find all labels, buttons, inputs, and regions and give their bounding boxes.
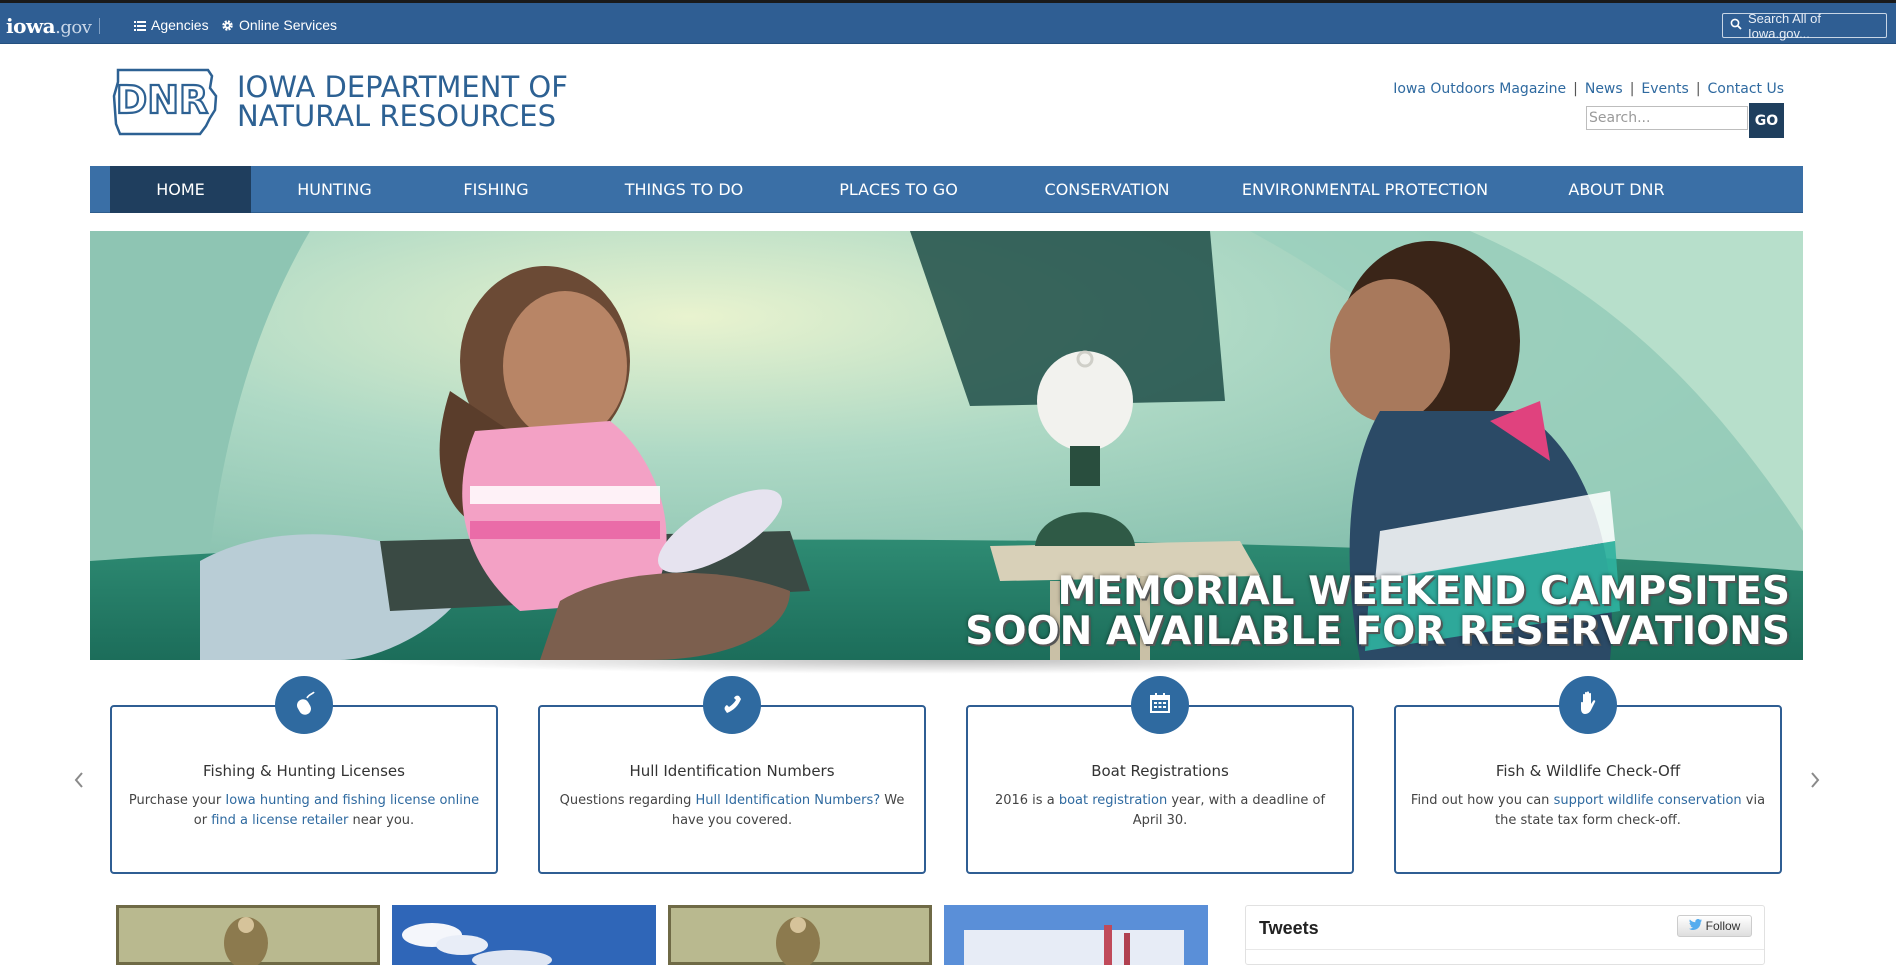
twitter-bird-icon (1688, 919, 1702, 933)
hero-caption-line1: MEMORIAL WEEKEND CAMPSITES (1057, 569, 1790, 614)
online-services-link[interactable]: Online Services (221, 17, 337, 33)
card-text: Purchase your Iowa hunting and fishing l… (126, 791, 482, 831)
search-icon (1730, 18, 1742, 33)
card-text: 2016 is a boat registration year, with a… (982, 791, 1338, 831)
license-retailer-link[interactable]: find a license retailer (211, 813, 348, 828)
thumbnail-image (668, 905, 932, 965)
calendar-icon (1148, 691, 1172, 720)
nav-places-to-go[interactable]: PLACES TO GO (794, 166, 1003, 213)
card-text-part: Purchase your (128, 793, 226, 808)
gear-icon (221, 19, 234, 32)
utility-links: Iowa Outdoors Magazine | News | Events |… (1393, 81, 1784, 97)
online-services-label: Online Services (239, 17, 338, 33)
card-text-part: 2016 is a (994, 793, 1059, 808)
card-icon-circle[interactable] (1131, 676, 1189, 734)
hand-icon (1576, 690, 1600, 721)
iowa-gov-bar: iowa.gov Agencies Online Services Search… (0, 0, 1896, 44)
dnr-logo[interactable]: DNR (112, 66, 220, 138)
util-separator: | (1573, 81, 1578, 97)
wildlife-conservation-link[interactable]: support wildlife conservation (1554, 793, 1742, 808)
thumbnail-1[interactable] (116, 905, 380, 965)
agencies-label: Agencies (151, 17, 209, 33)
util-link-events[interactable]: Events (1641, 81, 1688, 97)
card-icon-circle[interactable] (275, 676, 333, 734)
hero-shadow (360, 660, 1540, 674)
nav-environmental-protection[interactable]: ENVIRONMENTAL PROTECTION (1211, 166, 1519, 213)
department-title-line1: IOWA DEPARTMENT OF (237, 70, 568, 104)
tweets-widget: Tweets Follow (1245, 905, 1765, 965)
follow-label: Follow (1705, 919, 1741, 933)
gov-bar-divider (99, 18, 100, 34)
util-link-news[interactable]: News (1585, 81, 1623, 97)
iowa-gov-logo[interactable]: iowa.gov (6, 14, 92, 38)
carousel-next-button[interactable] (1805, 771, 1825, 793)
card-text-part: Find out how you can (1410, 793, 1554, 808)
iowa-gov-search-input[interactable]: Search All of Iowa.gov... (1722, 10, 1887, 41)
card-title: Boat Registrations (1091, 762, 1229, 780)
nav-hunting[interactable]: HUNTING (251, 166, 418, 213)
card-text-part: or (193, 813, 212, 828)
iowa-gov-logo-main: iowa (6, 14, 56, 38)
card-text: Questions regarding Hull Identification … (554, 791, 910, 831)
boat-registration-link[interactable]: boat registration (1059, 793, 1167, 808)
nav-fishing[interactable]: FISHING (418, 166, 574, 213)
card-title: Hull Identification Numbers (629, 762, 835, 780)
card-text-part: near you. (348, 813, 415, 828)
department-title[interactable]: IOWA DEPARTMENT OF NATURAL RESOURCES (237, 73, 568, 131)
thumbnail-image (392, 905, 656, 965)
site-search-input[interactable]: Search... (1586, 106, 1748, 130)
dnr-logo-text: DNR (116, 78, 209, 122)
thumbnail-image (944, 905, 1208, 965)
tweets-divider (1246, 949, 1764, 950)
carousel-prev-button[interactable] (69, 771, 89, 793)
main-nav: HOME HUNTING FISHING THINGS TO DO PLACES… (90, 166, 1803, 213)
thumbnail-image (116, 905, 380, 965)
nav-about-dnr[interactable]: ABOUT DNR (1519, 166, 1714, 213)
list-icon (134, 20, 146, 31)
iowa-gov-logo-suffix: .gov (55, 17, 92, 38)
card-title: Fish & Wildlife Check-Off (1495, 762, 1681, 780)
phone-icon (720, 691, 744, 720)
hero-caption-line2: SOON AVAILABLE FOR RESERVATIONS (965, 609, 1790, 654)
agencies-link[interactable]: Agencies (134, 17, 209, 33)
util-separator: | (1629, 81, 1635, 97)
chevron-right-icon (1810, 771, 1820, 794)
thumbnail-3[interactable] (668, 905, 932, 965)
site-search-placeholder: Search... (1589, 110, 1651, 126)
util-link-magazine[interactable]: Iowa Outdoors Magazine (1393, 81, 1566, 97)
mouse-icon (291, 690, 317, 721)
hero-caption: MEMORIAL WEEKEND CAMPSITES SOON AVAILABL… (965, 572, 1790, 652)
thumbnail-2[interactable] (392, 905, 656, 965)
card-title: Fishing & Hunting Licenses (203, 762, 405, 780)
iowa-gov-search-placeholder: Search All of Iowa.gov... (1748, 10, 1821, 41)
util-separator: | (1695, 81, 1701, 97)
hero-banner[interactable]: MEMORIAL WEEKEND CAMPSITES SOON AVAILABL… (90, 231, 1803, 660)
department-title-line2: NATURAL RESOURCES (237, 99, 557, 133)
card-icon-circle[interactable] (703, 676, 761, 734)
nav-things-to-do[interactable]: THINGS TO DO (574, 166, 794, 213)
license-online-link[interactable]: Iowa hunting and fishing license online (225, 793, 479, 808)
hull-id-link[interactable]: Hull Identification Numbers? (696, 793, 881, 808)
twitter-follow-button[interactable]: Follow (1677, 915, 1752, 937)
nav-home[interactable]: HOME (110, 166, 251, 213)
thumbnail-4[interactable] (944, 905, 1208, 965)
util-link-contact[interactable]: Contact Us (1708, 81, 1784, 97)
tweets-title: Tweets (1259, 918, 1319, 938)
chevron-left-icon (74, 771, 84, 794)
search-go-button[interactable]: GO (1749, 103, 1784, 138)
nav-conservation[interactable]: CONSERVATION (1003, 166, 1211, 213)
card-icon-circle[interactable] (1559, 676, 1617, 734)
card-text: Find out how you can support wildlife co… (1410, 791, 1766, 831)
card-text-part: Questions regarding (559, 793, 696, 808)
